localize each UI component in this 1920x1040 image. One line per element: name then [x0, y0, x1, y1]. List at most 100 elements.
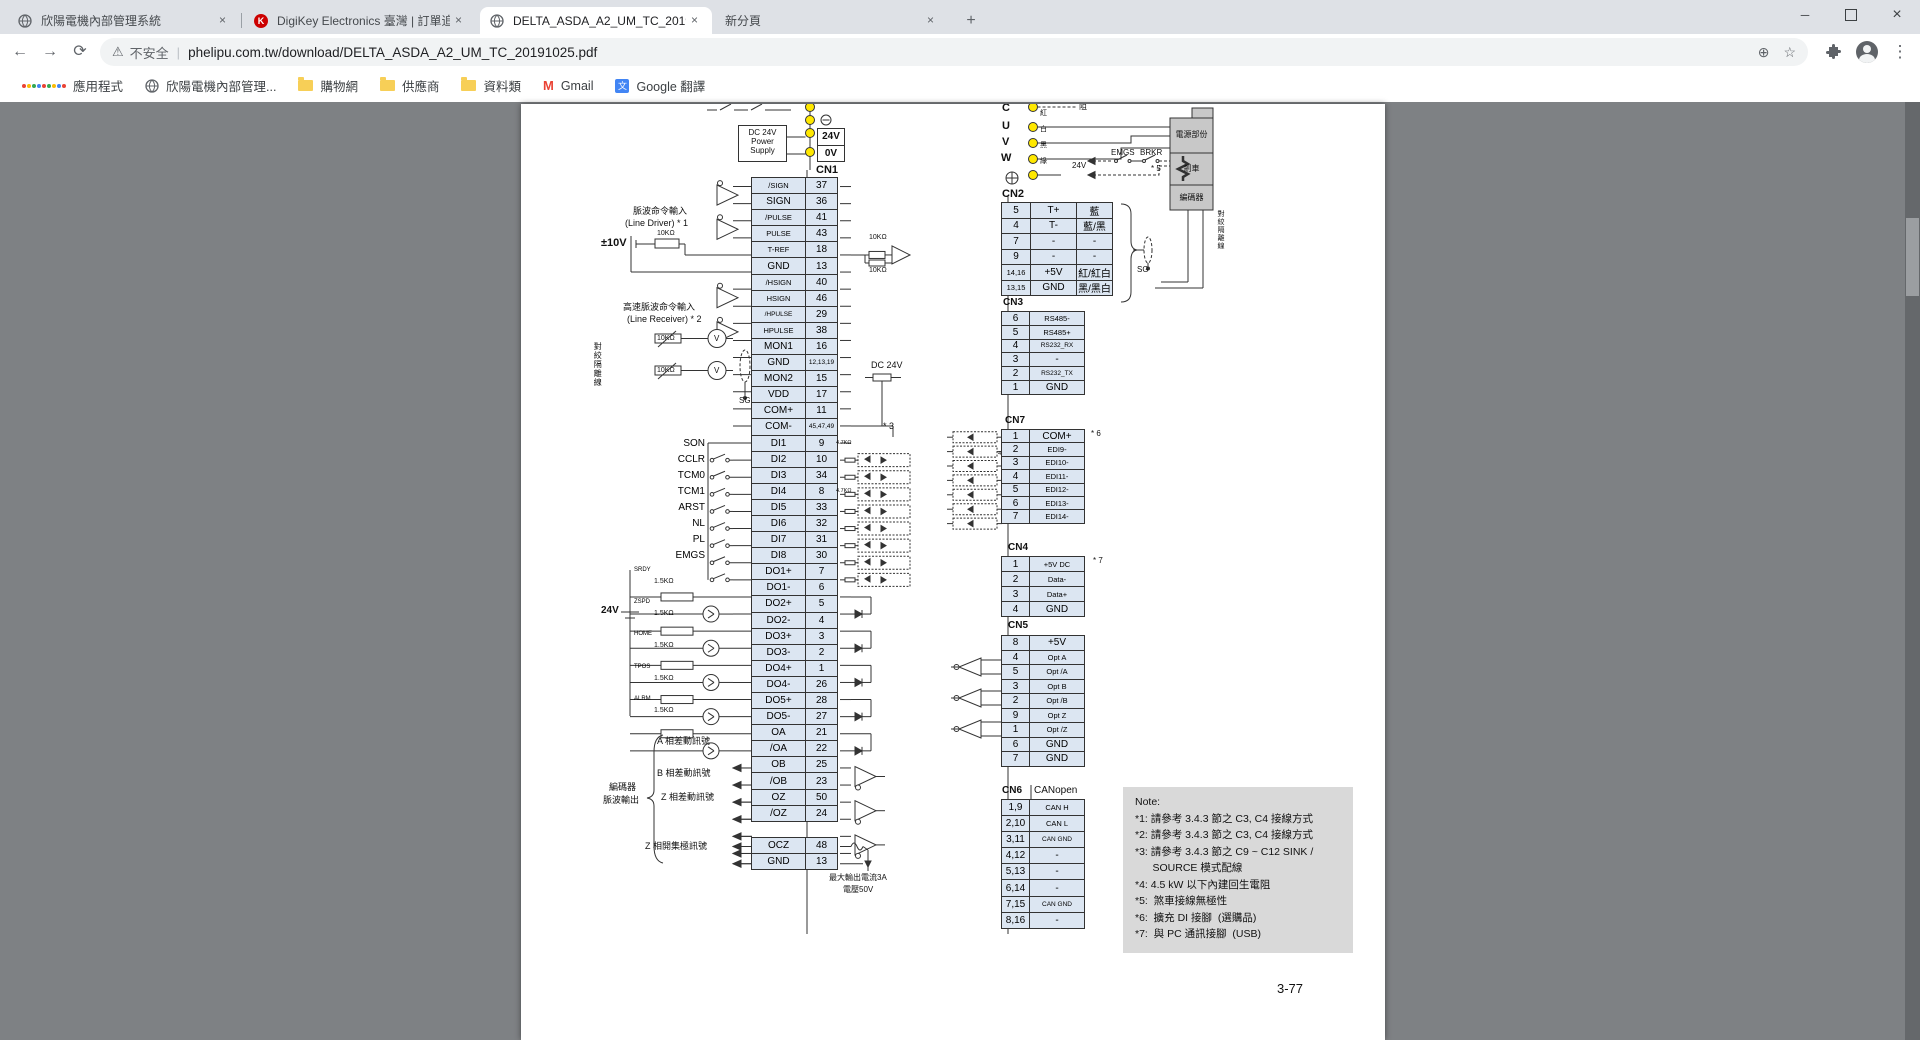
tab-close-ic on[interactable]: × — [450, 12, 467, 29]
tab-digikey[interactable]: K DigiKey Electronics 臺灣 | 訂單追 × — [244, 7, 476, 34]
table-cell: DO3+ — [751, 628, 806, 645]
forward-icon[interactable]: → — [36, 38, 64, 66]
table-row: DI731 — [752, 531, 838, 548]
motor-power-section-label: 電源部份 — [1170, 129, 1213, 140]
cn4-table: 1+5V DC2Data-3Data+4GND — [1002, 557, 1085, 617]
table-cell: 40 — [805, 274, 838, 291]
table-cell: 5 — [1001, 325, 1030, 340]
scrollbar-track[interactable] — [1905, 102, 1920, 1040]
table-cell: 41 — [805, 209, 838, 226]
bookmark-folder-data[interactable]: 資料類 — [461, 76, 521, 95]
url-separator: | — [177, 45, 180, 60]
table-cell: 2,10 — [1001, 815, 1030, 832]
motor-encoder-label: 編碼器 — [1170, 192, 1213, 203]
psu-line: DC 24V — [739, 128, 786, 137]
zoom-icon[interactable]: ⊕ — [1758, 44, 1770, 61]
table-cell: 18 — [805, 241, 838, 258]
phase-a-label: A 相差動訊號 — [657, 736, 710, 746]
table-row: 4GND — [1002, 601, 1085, 617]
relay-label: ZSPD — [634, 599, 658, 605]
relay-label: SRDY — [634, 567, 658, 573]
table-row: DO1-6 — [752, 579, 838, 596]
table-cell: 7,15 — [1001, 896, 1030, 913]
table-row: GND13 — [752, 853, 838, 870]
folder-icon — [380, 80, 395, 91]
bookmark-internal-system[interactable]: 欣陽電機內部管理... — [145, 76, 276, 95]
table-cell: GND — [751, 257, 806, 274]
table-cell: /OB — [751, 772, 806, 789]
tab-close-icon[interactable]: × — [922, 12, 939, 29]
bookmark-folder-suppliers[interactable]: 供應商 — [380, 76, 440, 95]
table-cell: +5V DC — [1029, 556, 1085, 572]
di-switch-label: SON — [663, 438, 705, 449]
relay-label: ALRM — [634, 696, 658, 702]
table-row: 1COM+ — [1002, 429, 1085, 443]
close-button[interactable]: × — [1874, 0, 1920, 30]
table-cell: EDI12- — [1029, 483, 1085, 497]
bookmark-apps[interactable]: 應用程式 — [22, 76, 123, 95]
tab-close-icon[interactable]: × — [214, 12, 231, 29]
profile-avatar[interactable] — [1856, 41, 1878, 63]
maximize-icon — [1845, 9, 1857, 21]
table-cell: 27 — [805, 708, 838, 725]
table-row: 4RS232_RX — [1002, 339, 1085, 354]
table-cell: DI2 — [751, 451, 806, 468]
not-secure-icon: ⚠ — [112, 44, 124, 60]
extensions-puzzle-icon[interactable] — [1822, 40, 1846, 64]
maximize-button[interactable] — [1828, 0, 1874, 30]
note-line: *6: 擴充 DI 接腳 (選購品) — [1135, 910, 1353, 927]
minimize-button[interactable]: ─ — [1782, 0, 1828, 30]
cn4-label: CN4 — [1008, 542, 1028, 554]
table-row: 5T+藍 — [1002, 202, 1113, 219]
more-menu-icon[interactable]: ⋮ — [1888, 40, 1912, 64]
table-cell: 46 — [805, 290, 838, 307]
table-cell: 48 — [805, 837, 838, 854]
table-row: 2RS232_TX — [1002, 366, 1085, 381]
table-cell: 7 — [805, 563, 838, 580]
table-cell: CAN L — [1029, 815, 1085, 832]
tab-delta-pdf-active[interactable]: DELTA_ASDA_A2_UM_TC_2019 × — [480, 7, 712, 34]
scrollbar-thumb[interactable] — [1906, 218, 1919, 296]
bookmark-star-icon[interactable]: ☆ — [1783, 44, 1796, 61]
table-cell: GND — [1029, 737, 1085, 753]
table-row: /HPULSE29 — [752, 306, 838, 323]
table-cell: 2 — [1001, 442, 1030, 456]
bookmark-google-translate[interactable]: 文 Google 翻譯 — [615, 76, 705, 95]
bookmark-folder-shopping[interactable]: 購物網 — [298, 76, 358, 95]
table-row: 13,15GND黑/黑白 — [1002, 280, 1113, 297]
reload-icon[interactable]: ⟳ — [66, 38, 94, 66]
table-row: DI632 — [752, 515, 838, 532]
tab-close-icon[interactable]: × — [686, 12, 703, 29]
table-cell: DI1 — [751, 435, 806, 452]
table-row: /SIGN37 — [752, 177, 838, 194]
table-row: HPULSE38 — [752, 322, 838, 339]
new-tab-button[interactable]: + — [958, 10, 984, 32]
table-row: MON116 — [752, 338, 838, 355]
tab-new-page[interactable]: 新分頁 × — [716, 7, 948, 34]
bookmark-gmail[interactable]: M Gmail — [543, 78, 594, 93]
address-bar[interactable]: ⚠ 不安全 | phelipu.com.tw/download/DELTA_AS… — [100, 38, 1808, 66]
table-cell: GND — [1029, 601, 1085, 617]
digikey-icon: K — [253, 13, 269, 29]
table-cell: 24 — [805, 805, 838, 822]
table-cell: 23 — [805, 772, 838, 789]
table-cell: - — [1030, 233, 1077, 250]
back-icon[interactable]: ← — [6, 38, 34, 66]
table-cell: - — [1029, 847, 1085, 864]
pot1-10k-label: 10KΩ — [657, 335, 675, 343]
note-line: *4: 4.5 kW 以下內建回生電阻 — [1135, 877, 1353, 894]
cn5-table: 8+5V4Opt A5Opt /A3Opt B2Opt /B9Opt Z1Opt… — [1002, 636, 1085, 767]
line-receiver-label: (Line Receiver) * 2 — [627, 314, 702, 324]
table-row: 5EDI12- — [1002, 483, 1085, 497]
table-cell: 31 — [805, 531, 838, 548]
internal-10k-label: 10KΩ — [869, 234, 887, 242]
table-cell: - — [1076, 233, 1113, 250]
security-label: 不安全 — [130, 43, 169, 62]
table-row: 3Data+ — [1002, 586, 1085, 602]
tab-internal-system[interactable]: 欣陽電機內部管理系統 × — [8, 7, 240, 34]
table-row: SIGN36 — [752, 193, 838, 210]
brkr-label: BRKR — [1140, 148, 1162, 157]
pdf-viewer[interactable]: DC 24V Power Supply 24V 0V CN1 /SIGN37SI… — [0, 102, 1920, 1040]
star3-annotation: * 3 — [883, 421, 894, 431]
table-row: OA21 — [752, 724, 838, 741]
